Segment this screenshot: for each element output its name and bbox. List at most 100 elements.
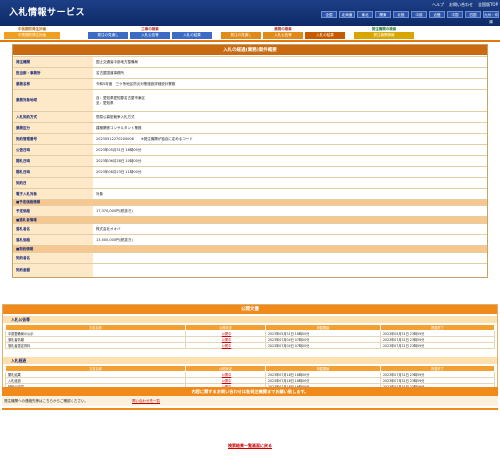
tab-construction-outlook[interactable]: 発注の見通し [88,32,128,39]
row-value [93,178,487,188]
detail-heading: 入札の経過(業務)案件概要 [13,45,487,56]
detail-row: 業務名称 令和5年度 三ケ所地区防災対策施設詳細設計業務 [13,78,487,89]
contact-row: 発注機関への連絡先等はこちらからご確認ください。 問い合わせ先一覧 [2,396,498,406]
tab-agency-info[interactable]: 発注機関情報 [354,32,414,39]
section-title: ■予定価格情報 [13,200,487,205]
help-link[interactable]: ヘルプ [432,2,444,8]
nav-group-agencies: 発注機関の検索 発注機関情報 [354,26,414,39]
national-top-link[interactable]: 全国版TOP [478,2,498,8]
region-tab-chugoku[interactable]: 中国 [447,11,463,18]
detail-row: 電子入札対象 対象 [13,188,487,199]
row-value: 名古屋国道事務所 [93,68,487,78]
region-tab-hokuriku[interactable]: 北陸 [393,11,409,18]
detail-row: 落札者名 株式会社オオバ [13,223,487,234]
nav-group-construction: 工事の検索 発注の見通し 入札公告等 入札の結果 [88,26,212,39]
region-tab-kyushu[interactable]: 九州・沖縄 [483,11,499,24]
detail-row: 契約者名 [13,252,487,263]
row-label: 契約日 [13,178,93,188]
detail-row: 落札価格 13,500,000円(税抜き) [13,234,487,245]
contact-list-link[interactable]: 問い合わせ先一覧 [132,399,160,404]
tab-construction-results[interactable]: 入札の結果 [172,32,212,39]
contact-label: 発注機関への連絡先等はこちらからご確認ください。 [4,398,88,403]
doc-status-link[interactable]: 公開中 [185,342,266,349]
case-detail-table: 入札の経過(業務)案件概要 発注機関 国土交通省中部地方整備局 担当部・事務所 名古… [12,44,488,278]
top-links: ヘルプ お問い合わせ 全国版TOP [432,2,498,8]
section-title: ■契約情報 [13,246,487,252]
public-documents: 公開文書 入札公告等 文書名称 公開状況 掲載開始 掲載終了 中部整備局の公示 … [2,304,498,397]
row-label: 契約金額 [13,264,93,277]
site-title[interactable]: 入札情報サービス [9,5,85,18]
row-label: 予定価格 [13,206,93,216]
region-tab-shikoku[interactable]: 四国 [465,11,481,18]
detail-row: 開札日時 2023年06月28日 10時00分 [13,155,487,166]
documents-section-title: 入札公告等 [3,316,497,323]
detail-row: 発注機関 国土交通省中部地方整備局 [13,56,487,67]
doc-end: 2023年07月31日 23時59分 [380,342,495,349]
nav-divider [0,40,500,42]
doc-start: 2023年07月04日 07時00分 [265,342,381,349]
row-label: 開札日時 [13,167,93,177]
region-tab-national[interactable]: 全国 [321,11,337,18]
row-value [93,264,487,277]
detail-row: 契約金額 [13,263,487,277]
row-value: 20230512270200006 ※発注機関が独自に定めるコード [93,134,487,144]
detail-row: 契約管理番号 20230512270200006 ※発注機関が独自に定めるコード [13,133,487,144]
detail-row: 公告日時 2023年05月31日 16時00分 [13,144,487,155]
documents-section-title: 入札経過 [3,357,497,364]
detail-row: 開札日時 2023年06月23日 11時00分 [13,166,487,177]
section-header-winner: ■落札者情報 [13,216,487,223]
row-label: 契約者名 [13,253,93,263]
row-label: 落札価格 [13,235,93,245]
region-tabs: 全国 北海道 東北 関東 北陸 中部 近畿 中国 四国 九州・沖縄 [321,11,499,24]
documents-heading: 公開文書 [3,305,497,314]
contact-heading: 内容に関するお問い合わせは各発注機関までお願い致します。 [2,387,498,396]
row-value: 2023年06月23日 11時00分 [93,167,487,177]
row-value: 2023年05月31日 16時00分 [93,145,487,155]
detail-row: 予定価格 17,370,000円(税抜き) [13,205,487,216]
row-value: 2023年06月28日 10時00分 [93,156,487,166]
nav-group-plan: 中長期的発注計画 中長期的発注計画 [4,26,60,39]
region-tab-hokkaido[interactable]: 北海道 [339,11,355,18]
back-to-results-link[interactable]: 検索結果一覧画面に戻る [0,443,500,449]
row-label: 入札契約方式 [13,112,93,122]
region-tab-kinki[interactable]: 近畿 [429,11,445,18]
tab-services-results[interactable]: 入札の結果 [305,32,345,39]
detail-row: 業務対象地域 自：愛知県愛知郡名古屋市東区 至：愛知県 [13,89,487,111]
row-label: 業務区分 [13,123,93,133]
region-tab-chubu[interactable]: 中部 [411,11,427,18]
row-label: 契約管理番号 [13,134,93,144]
row-label: 業務対象地域 [13,90,93,111]
contact-divider [2,408,498,410]
region-tab-kanto[interactable]: 関東 [375,11,391,18]
tab-construction-notices[interactable]: 入札公告等 [130,32,170,39]
row-label: 業務名称 [13,79,93,89]
detail-row: 業務区分 建築関係コンサルタント業務 [13,122,487,133]
row-value: 対象 [93,189,487,199]
row-value [93,253,487,263]
region-tab-tohoku[interactable]: 東北 [357,11,373,18]
contact-section: 内容に関するお問い合わせは各発注機関までお願い致します。 発注機関への連絡先等は… [2,387,498,410]
detail-row: 契約日 [13,177,487,188]
main-nav: 中長期的発注計画 中長期的発注計画 工事の検索 発注の見通し 入札公告等 入札の… [0,26,500,40]
documents-table: 文書名称 公開状況 掲載開始 掲載終了 中部整備局の公示 公開中 2023年05… [5,324,495,349]
row-label: 公告日時 [13,145,93,155]
tab-services-outlook[interactable]: 発注の見通し [221,32,261,39]
row-value: 簡易公募型競争入札方式 [93,112,487,122]
row-label: 落札者名 [13,224,93,234]
doc-name: 落札者選定資料 [5,342,186,349]
contact-link[interactable]: お問い合わせ [449,2,473,8]
section-header-estimate: ■予定価格情報 [13,199,487,205]
row-value: 建築関係コンサルタント業務 [93,123,487,133]
row-value: 自：愛知県愛知郡名古屋市東区 至：愛知県 [93,90,487,111]
row-value: 令和5年度 三ケ所地区防災対策施設詳細設計業務 [93,79,487,89]
tab-plan[interactable]: 中長期的発注計画 [4,32,60,39]
detail-row: 入札契約方式 簡易公募型競争入札方式 [13,111,487,122]
row-label: 発注機関 [13,57,93,67]
row-value: 13,500,000円(税抜き) [93,235,487,245]
row-label: 電子入札対象 [13,189,93,199]
row-value: 17,370,000円(税抜き) [93,206,487,216]
row-value: 株式会社オオバ [93,224,487,234]
table-row: 落札者選定資料 公開中 2023年07月04日 07時00分 2023年07月3… [5,342,495,349]
tab-services-notices[interactable]: 入札公告等 [263,32,303,39]
section-header-contract: ■契約情報 [13,245,487,252]
